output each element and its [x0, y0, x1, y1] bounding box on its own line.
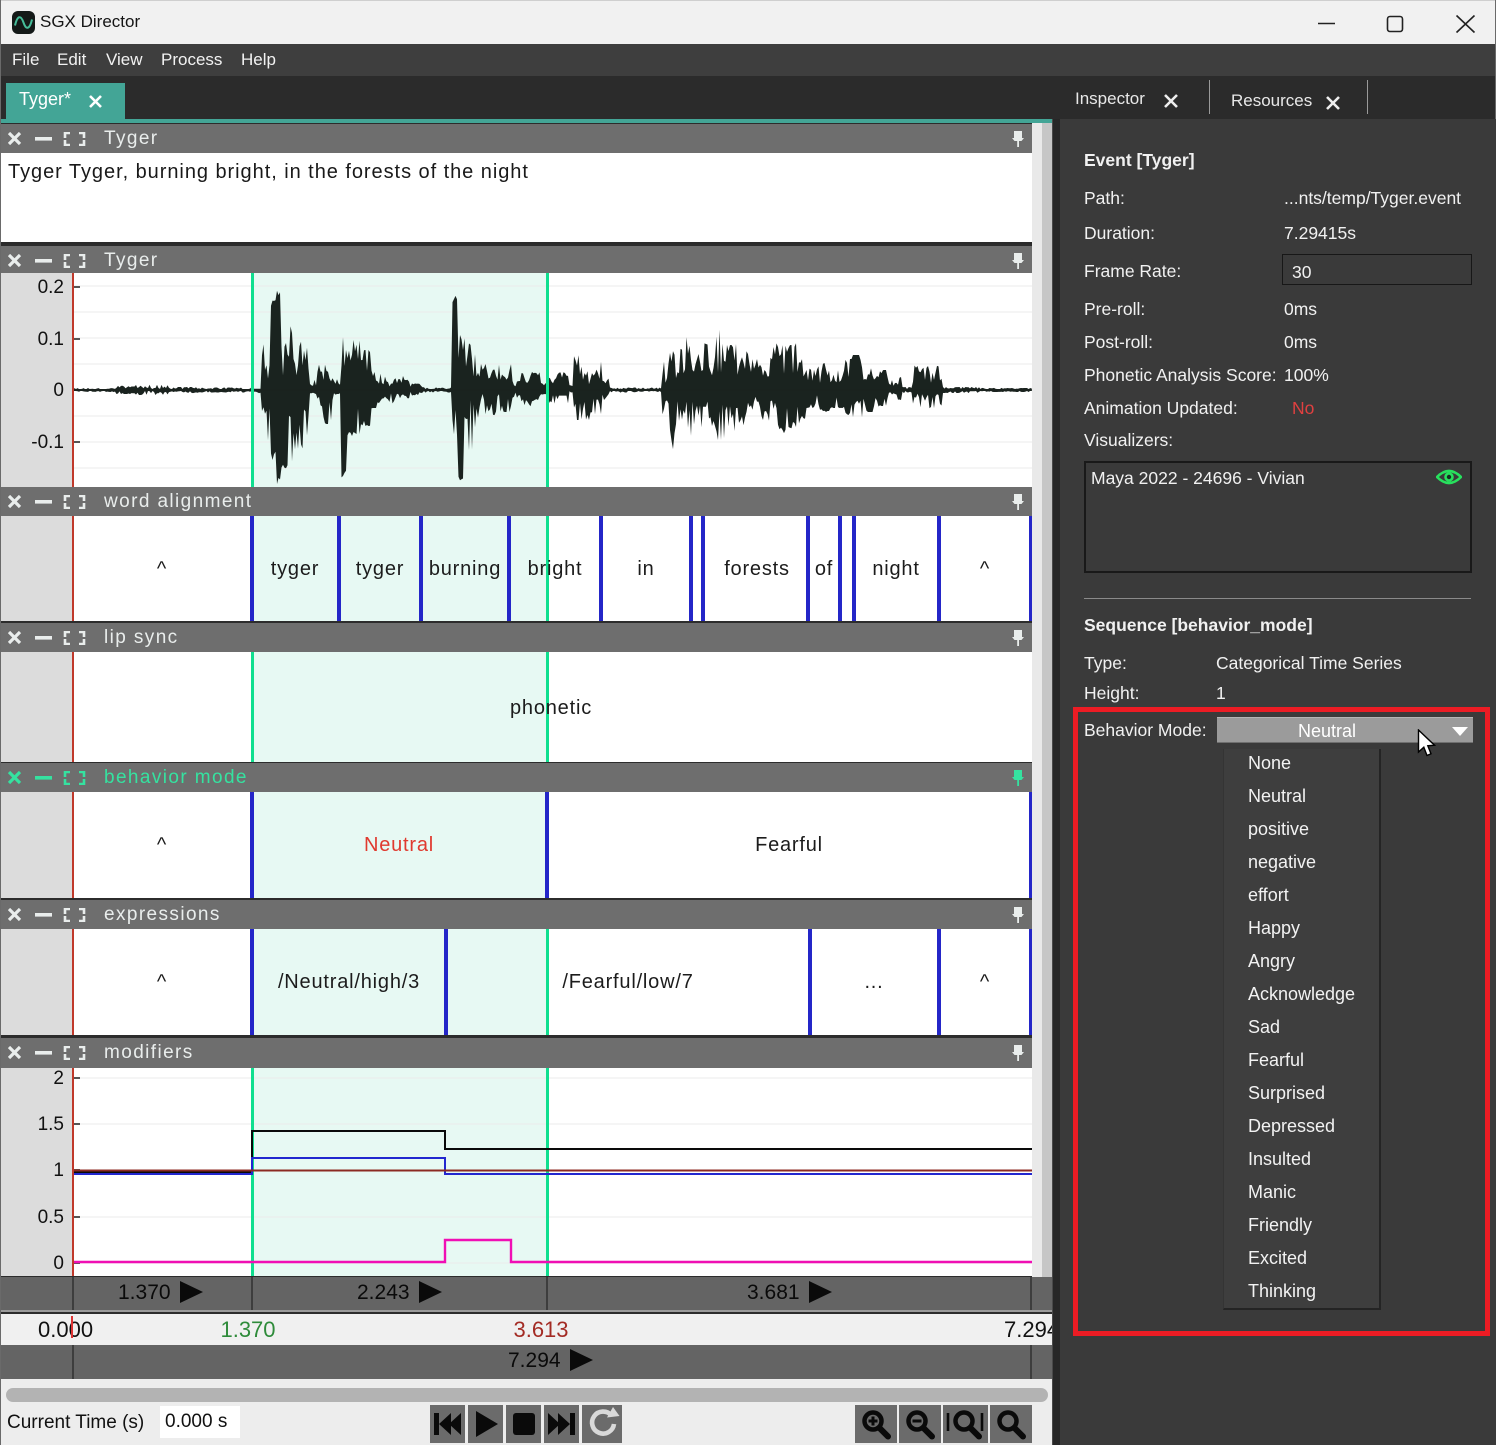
svg-text:0.1: 0.1 [38, 329, 64, 350]
svg-text:2: 2 [53, 1068, 64, 1089]
svg-text:^: ^ [980, 971, 990, 993]
svg-text:burning: burning [429, 558, 501, 580]
svg-text:0: 0 [53, 1253, 64, 1274]
svg-text:0.2: 0.2 [38, 277, 64, 298]
svg-text:-0.1: -0.1 [31, 432, 64, 453]
svg-text:bright: bright [528, 558, 583, 580]
svg-text:1: 1 [53, 1160, 64, 1181]
svg-text:tyger: tyger [271, 558, 319, 580]
svg-text:/Neutral/high/3: /Neutral/high/3 [278, 971, 420, 993]
svg-text:^: ^ [157, 558, 167, 580]
svg-text:...: ... [864, 971, 883, 993]
svg-text:forests: forests [724, 558, 790, 580]
svg-text:Neutral: Neutral [364, 834, 434, 856]
svg-text:in: in [637, 558, 654, 580]
svg-text:1.5: 1.5 [38, 1114, 64, 1135]
svg-text:of: of [815, 558, 833, 580]
svg-text:tyger: tyger [356, 558, 404, 580]
svg-text:night: night [872, 558, 919, 580]
svg-text:phonetic: phonetic [510, 697, 592, 719]
svg-text:/Fearful/low/7: /Fearful/low/7 [562, 971, 693, 993]
svg-text:^: ^ [157, 834, 167, 856]
svg-text:0: 0 [53, 380, 64, 401]
svg-text:^: ^ [157, 971, 167, 993]
svg-text:Fearful: Fearful [755, 834, 823, 856]
svg-text:0.5: 0.5 [38, 1207, 64, 1228]
svg-text:^: ^ [980, 558, 990, 580]
